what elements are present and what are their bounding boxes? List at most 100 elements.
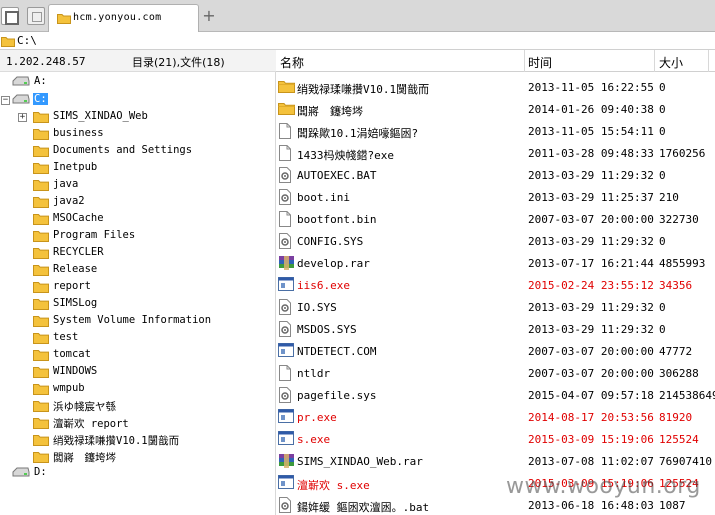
tree-folder-item[interactable]: wmpub	[16, 381, 266, 398]
file-row[interactable]: AUTOEXEC.BAT 2013-03-29 11:29:32 0	[276, 164, 715, 186]
folder-icon	[33, 314, 49, 330]
tree-folder-label: test	[53, 331, 79, 343]
tree-folder-item[interactable]: SIMSLog	[16, 296, 266, 313]
file-row[interactable]: 1433杩炴帴鍣?exe 2011-03-28 09:48:33 1760256	[276, 142, 715, 164]
tree-folder-item[interactable]: MSOCache	[16, 211, 266, 228]
tree-folder-label: java	[53, 178, 79, 190]
file-time: 2013-03-29 11:29:32	[528, 235, 654, 248]
tree-folder-label: RECYCLER	[53, 246, 104, 258]
column-divider[interactable]	[654, 50, 655, 72]
file-time: 2013-03-29 11:29:32	[528, 169, 654, 182]
tree-folder-item[interactable]: System Volume Information	[16, 313, 266, 330]
folder-icon	[33, 161, 49, 177]
executable-icon	[278, 409, 294, 426]
file-row[interactable]: 闆跺歟10.1涓婄嚎鏂囦? 2013-11-05 15:54:11 0	[276, 120, 715, 142]
tree-folder-item[interactable]: business	[16, 126, 266, 143]
file-row[interactable]: NTDETECT.COM 2007-03-07 20:00:00 47772	[276, 340, 715, 362]
folder-icon	[33, 450, 49, 466]
tree-drive-a[interactable]: A:	[12, 74, 212, 91]
file-icon	[278, 145, 292, 164]
file-row[interactable]: develop.rar 2013-07-17 16:21:44 4855993	[276, 252, 715, 274]
new-tab-button[interactable]: +	[201, 6, 217, 26]
file-name: NTDETECT.COM	[297, 345, 377, 358]
file-name: 1433杩炴帴鍣?exe	[297, 149, 394, 162]
folder-icon	[33, 433, 49, 449]
address-bar[interactable]: C:\	[0, 32, 715, 50]
tree-folder-item[interactable]: java2	[16, 194, 266, 211]
expand-toggle[interactable]: +	[18, 113, 27, 122]
file-row[interactable]: pagefile.sys 2015-04-07 09:57:18 214538649…	[276, 384, 715, 406]
tree-folder-item[interactable]: report	[16, 279, 266, 296]
window-menu-button[interactable]	[1, 7, 19, 25]
folder-icon	[33, 416, 49, 432]
file-row[interactable]: IO.SYS 2013-03-29 11:29:32 0	[276, 296, 715, 318]
file-name: 鍚姩缓 鏂囦欢澶囦。.bat	[297, 501, 430, 514]
tree-folder-item[interactable]: tomcat	[16, 347, 266, 364]
directory-tree: A: − C: + SIMS_XINDAO_Web business Document…	[0, 72, 276, 515]
file-row[interactable]: bootfont.bin 2007-03-07 20:00:00 322730	[276, 208, 715, 230]
tree-drive-d[interactable]: D:	[12, 465, 212, 482]
tree-folder-label: tomcat	[53, 348, 91, 360]
file-row[interactable]: CONFIG.SYS 2013-03-29 11:29:32 0	[276, 230, 715, 252]
file-row[interactable]: boot.ini 2013-03-29 11:25:37 210	[276, 186, 715, 208]
file-icon	[278, 123, 292, 142]
tree-folder-item[interactable]: 浜ゆ帴宸ヤ綔	[16, 398, 266, 415]
tree-folder-item[interactable]: java	[16, 177, 266, 194]
column-divider[interactable]	[524, 50, 525, 72]
file-time: 2015-02-24 23:55:12	[528, 279, 654, 292]
file-row[interactable]: pr.exe 2014-08-17 20:53:56 81920	[276, 406, 715, 428]
tree-folder-item[interactable]: Documents and Settings	[16, 143, 266, 160]
file-size: 322730	[659, 213, 699, 226]
file-time: 2013-03-29 11:29:32	[528, 301, 654, 314]
file-name: AUTOEXEC.BAT	[297, 169, 377, 182]
tree-folder-item[interactable]: test	[16, 330, 266, 347]
tree-folder-item[interactable]: Inetpub	[16, 160, 266, 177]
tab-hcm-yonyou[interactable]: hcm.yonyou.com	[48, 4, 199, 32]
tree-folder-item[interactable]: 闆嶈 鑳垮埁	[16, 449, 266, 466]
column-size[interactable]: 大小	[659, 54, 683, 71]
tree-folder-item[interactable]: + SIMS_XINDAO_Web	[16, 109, 266, 126]
tree-folder-label: Program Files	[53, 229, 136, 241]
tree-folder-item[interactable]: Program Files	[16, 228, 266, 245]
file-row[interactable]: 闆嶈 鑳垮埁 2014-01-26 09:40:38 0	[276, 98, 715, 120]
dir-file-count: 目录(21),文件(18)	[132, 56, 225, 69]
tree-folder-label: Inetpub	[53, 161, 98, 173]
file-row[interactable]: s.exe 2015-03-09 15:19:06 125524	[276, 428, 715, 450]
folder-icon	[33, 399, 49, 415]
file-time: 2015-03-09 15:19:06	[528, 433, 654, 446]
file-size: 0	[659, 81, 666, 94]
file-row[interactable]: ntldr 2007-03-07 20:00:00 306288	[276, 362, 715, 384]
file-name: SIMS_XINDAO_Web.rar	[297, 455, 423, 468]
file-size: 0	[659, 169, 666, 182]
tree-folder-item[interactable]: RECYCLER	[16, 245, 266, 262]
system-file-icon	[278, 299, 292, 318]
file-time: 2014-08-17 20:53:56	[528, 411, 654, 424]
file-time: 2013-03-29 11:29:32	[528, 323, 654, 336]
file-row[interactable]: MSDOS.SYS 2013-03-29 11:29:32 0	[276, 318, 715, 340]
file-time: 2011-03-28 09:48:33	[528, 147, 654, 160]
file-name: IO.SYS	[297, 301, 337, 314]
tree-folder-item[interactable]: 绡戣禄瑈嗛攢V10.1闅戠而	[16, 432, 266, 449]
tab-list-button[interactable]	[27, 7, 45, 25]
file-row[interactable]: SIMS_XINDAO_Web.rar 2013-07-08 11:02:07 76…	[276, 450, 715, 472]
file-row[interactable]: iis6.exe 2015-02-24 23:55:12 34356	[276, 274, 715, 296]
target-ip: 1.202.248.57	[6, 55, 86, 68]
drive-icon	[12, 466, 30, 481]
address-path[interactable]: C:\	[17, 34, 37, 47]
folder-icon	[33, 348, 49, 364]
collapse-toggle[interactable]: −	[1, 96, 10, 105]
folder-icon	[33, 212, 49, 228]
tree-folder-label: 绡戣禄瑈嗛攢V10.1闅戠而	[53, 435, 180, 447]
file-row[interactable]: 绡戣禄瑈嗛攢V10.1闅戠而 2013-11-05 16:22:55 0	[276, 76, 715, 98]
tree-folder-item[interactable]: Release	[16, 262, 266, 279]
column-time[interactable]: 时间	[528, 54, 552, 71]
folder-icon	[33, 297, 49, 313]
column-divider[interactable]	[708, 50, 709, 72]
folder-icon	[33, 263, 49, 279]
file-time: 2013-11-05 15:54:11	[528, 125, 654, 138]
folder-icon	[33, 229, 49, 245]
column-name[interactable]: 名称	[280, 54, 304, 71]
tree-folder-item[interactable]: 澶嶄欢 report	[16, 415, 266, 432]
tree-drive-c[interactable]: − C:	[0, 92, 200, 109]
tree-folder-item[interactable]: WINDOWS	[16, 364, 266, 381]
